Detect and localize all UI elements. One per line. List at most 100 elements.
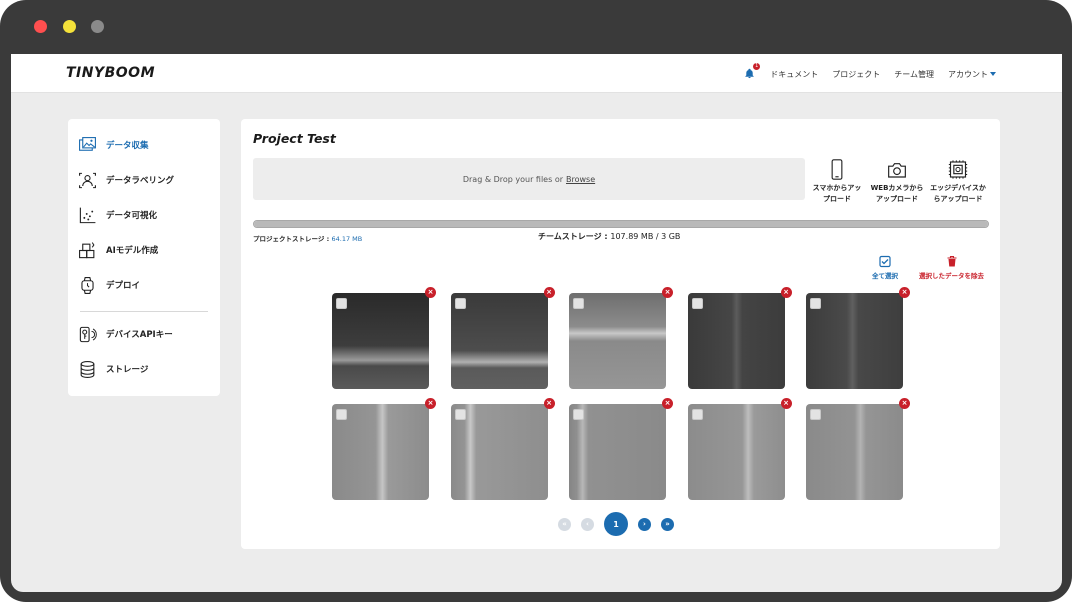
remove-image-icon[interactable]: × <box>899 287 910 298</box>
database-icon <box>78 360 97 379</box>
trash-icon <box>947 255 956 267</box>
sidebar-item-data-visualization[interactable]: データ可視化 <box>78 204 157 226</box>
top-navbar: TINYBOOM 1 ドキュメント プロジェクト チーム管理 アカウント <box>11 54 1062 93</box>
smartwatch-icon <box>78 276 97 295</box>
device-key-icon <box>78 325 97 344</box>
tinyboom-logo[interactable]: TINYBOOM <box>66 65 155 81</box>
image-thumbnail[interactable]: × <box>332 398 436 500</box>
thumbnail-checkbox[interactable] <box>573 298 584 309</box>
minimize-window-dot[interactable] <box>63 20 76 33</box>
sidebar-item-label: デバイスAPIキー <box>106 330 173 340</box>
thumbnail-checkbox[interactable] <box>691 298 703 309</box>
label-frame-icon <box>78 171 97 190</box>
team-storage-value: 107.89 MB <box>610 232 654 241</box>
chevron-right-icon: › <box>643 520 646 528</box>
sidebar-item-label: デプロイ <box>106 281 141 291</box>
team-storage-text: チームストレージ : 107.89 MB / 3 GB <box>538 232 681 241</box>
image-thumbnail[interactable]: × <box>569 398 673 500</box>
maximize-window-dot[interactable] <box>91 20 104 33</box>
upload-option-label-2: プロード <box>823 195 851 203</box>
sidebar-item-ai-model[interactable]: AIモデル作成 <box>78 239 158 261</box>
upload-from-edge-device-button[interactable]: エッジデバイスか らアップロード <box>927 157 989 205</box>
thumbnail-checkbox[interactable] <box>810 409 821 420</box>
remove-image-icon[interactable]: × <box>780 287 792 298</box>
dropzone-text: Drag & Drop your files or <box>462 174 563 184</box>
sidebar-item-label: ストレージ <box>106 365 149 375</box>
upload-from-smartphone-button[interactable]: スマホからアッ プロード <box>806 157 868 205</box>
sidebar-item-data-collection[interactable]: データ収集 <box>78 134 149 156</box>
next-page-button[interactable]: › <box>638 517 651 531</box>
upload-option-label-2: らアップロード <box>933 195 983 203</box>
thumbnail-checkbox[interactable] <box>454 409 466 420</box>
delete-selected-label: 選択したデータを除去 <box>919 272 984 280</box>
thumbnail-checkbox[interactable] <box>573 409 584 420</box>
remove-image-icon[interactable]: × <box>899 398 910 409</box>
current-page[interactable]: 1 <box>604 512 628 536</box>
project-storage-label: プロジェクトストレージ : <box>253 235 332 243</box>
top-nav-links: 1 ドキュメント プロジェクト チーム管理 アカウント <box>744 63 996 80</box>
image-thumbnail[interactable]: × <box>450 287 555 389</box>
image-thumbnail[interactable]: × <box>569 287 673 389</box>
project-storage-text: プロジェクトストレージ : 64.17 MB <box>253 233 362 243</box>
sidebar-item-storage[interactable]: ストレージ <box>78 358 148 380</box>
sidebar-item-deploy[interactable]: デプロイ <box>78 274 140 296</box>
chevron-down-icon <box>990 72 996 76</box>
thumbnail-checkbox[interactable] <box>454 298 466 309</box>
sidebar-item-label: データラベリング <box>106 176 175 186</box>
remove-image-icon[interactable]: × <box>662 398 673 409</box>
remove-image-icon[interactable]: × <box>543 398 555 409</box>
ai-model-icon <box>78 241 97 260</box>
sidebar: データ収集 データラベリング データ可視化 AIモデル作成 デプロイ デバイスA… <box>68 119 220 396</box>
storage-progress-bar <box>253 220 989 228</box>
notification-badge: 1 <box>753 63 761 70</box>
smartphone-icon <box>806 157 868 180</box>
sidebar-item-label: データ可視化 <box>106 211 158 221</box>
sidebar-item-label: データ収集 <box>106 141 149 151</box>
remove-image-icon[interactable]: × <box>543 287 555 298</box>
sidebar-item-data-labeling[interactable]: データラベリング <box>78 169 174 191</box>
main-panel: Project Test Drag & Drop your files or B… <box>241 119 1000 549</box>
remove-image-icon[interactable]: × <box>425 398 436 409</box>
delete-selected-button[interactable]: 選択したデータを除去 <box>919 255 984 280</box>
nav-projects[interactable]: プロジェクト <box>832 69 880 80</box>
image-thumbnail[interactable]: × <box>687 287 792 389</box>
remove-image-icon[interactable]: × <box>425 287 436 298</box>
double-chevron-right-icon: » <box>665 520 670 528</box>
project-storage-value: 64.17 MB <box>331 235 363 243</box>
upload-option-label-1: エッジデバイスか <box>930 184 986 192</box>
scatter-plot-icon <box>78 206 97 225</box>
first-page-button[interactable]: « <box>558 517 571 531</box>
browse-link[interactable]: Browse <box>566 175 595 184</box>
image-thumbnail[interactable]: × <box>332 287 436 389</box>
sidebar-item-device-api-key[interactable]: デバイスAPIキー <box>78 323 173 345</box>
camera-icon <box>866 157 928 180</box>
image-thumbnail[interactable]: × <box>806 398 910 500</box>
checkbox-checked-icon <box>879 255 891 268</box>
image-thumbnail[interactable]: × <box>806 287 910 389</box>
prev-page-button[interactable]: ‹ <box>581 517 594 531</box>
file-dropzone[interactable]: Drag & Drop your files or Browse <box>253 158 805 200</box>
thumbnail-checkbox[interactable] <box>336 298 347 309</box>
upload-option-label-2: アップロード <box>876 195 918 203</box>
storage-progress-fill <box>254 221 988 227</box>
image-thumbnail[interactable]: × <box>450 398 555 500</box>
image-gallery-icon <box>78 136 97 155</box>
pagination: « ‹ 1 › » <box>558 512 674 536</box>
team-storage-label: チームストレージ : <box>538 232 611 241</box>
upload-option-label-1: スマホからアッ <box>812 184 862 192</box>
nav-account-label: アカウント <box>948 69 988 79</box>
thumbnail-checkbox[interactable] <box>691 409 703 420</box>
remove-image-icon[interactable]: × <box>780 398 792 409</box>
image-thumbnail[interactable]: × <box>687 398 792 500</box>
nav-account[interactable]: アカウント <box>948 69 996 80</box>
upload-from-webcam-button[interactable]: WEBカメラから アップロード <box>866 157 928 205</box>
nav-documents[interactable]: ドキュメント <box>770 69 818 80</box>
thumbnail-checkbox[interactable] <box>336 409 347 420</box>
last-page-button[interactable]: » <box>661 517 674 531</box>
nav-team-management[interactable]: チーム管理 <box>894 69 934 80</box>
close-window-dot[interactable] <box>34 20 47 33</box>
notification-bell[interactable]: 1 <box>744 63 761 80</box>
thumbnail-checkbox[interactable] <box>810 298 821 309</box>
select-all-button[interactable]: 全て選択 <box>872 255 898 280</box>
remove-image-icon[interactable]: × <box>662 287 673 298</box>
